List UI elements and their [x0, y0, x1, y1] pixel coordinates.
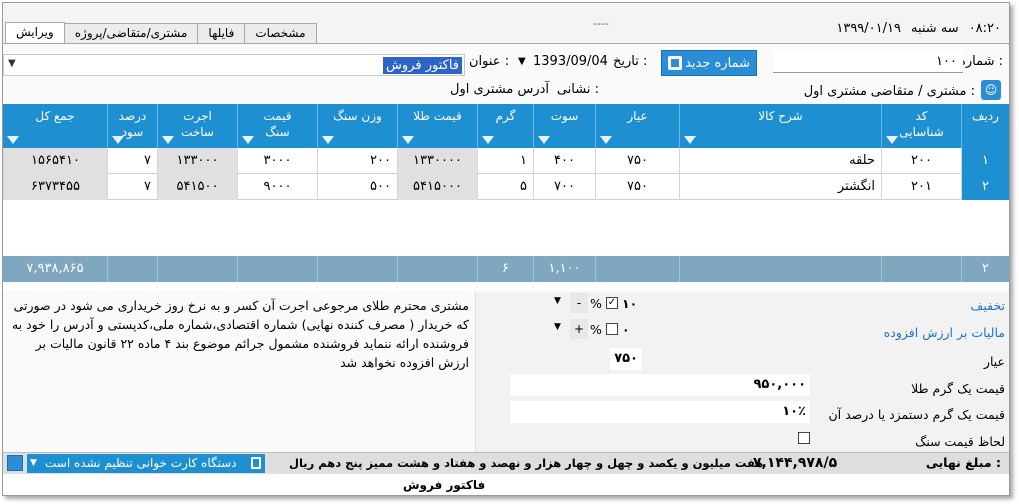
col-header-gold-price[interactable]: قیمت طلا	[397, 104, 477, 148]
date-text: ۱۳۹۹/۰۱/۱۹	[836, 21, 901, 36]
datetime-display: ۰۸:۲۰ سه شنبه ۱۳۹۹/۰۱/۱۹	[836, 21, 1001, 36]
invoice-number-field[interactable]: ۱۰۰	[773, 51, 963, 73]
footer-grand-total: ۷,۹۳۸,۸۶۵	[26, 261, 84, 276]
col-header-wage[interactable]: اجرت ساخت	[157, 104, 237, 148]
chevron-down-icon[interactable]: ▼	[518, 56, 526, 67]
col-header-karat[interactable]: عیار	[595, 104, 679, 148]
customer-icon[interactable]: ☺	[981, 80, 1001, 100]
discount-checkbox[interactable]: ✓	[606, 297, 618, 309]
filter-icon	[402, 136, 414, 144]
filter-icon	[162, 136, 174, 144]
tab-edit[interactable]: ویرایش	[5, 22, 65, 43]
card-reader-status[interactable]: ▼ دستگاه کارت خوانی تنظیم نشده است	[27, 454, 265, 473]
footer-gram-total: ۶	[477, 256, 533, 282]
col-header-stone-weight[interactable]: وزن سنگ	[317, 104, 397, 148]
filter-icon	[112, 136, 124, 144]
col-header-total[interactable]: جمع کل	[3, 104, 107, 148]
items-grid: ردیف کد شناسایی شرح کالا عیار سوت گرم قی…	[3, 104, 1009, 290]
filter-icon	[538, 136, 550, 144]
footer-row-count: ۲	[961, 256, 1009, 282]
filter-icon	[600, 136, 612, 144]
table-row[interactable]: ۱ ۲۰۰ حلقه ۷۵۰ ۴۰۰ ۱ ۱۳۳۰۰۰۰ ۲۰۰ ۳۰۰۰ ۱۳…	[3, 148, 1009, 174]
filter-icon	[7, 136, 19, 144]
discount-minus-button[interactable]: -	[570, 293, 588, 313]
col-header-sut[interactable]: سوت	[533, 104, 595, 148]
grid-footer: ۲ ۱,۱۰۰ ۶ ۷,۹۳۸,۸۶۵	[3, 256, 1009, 282]
chevron-down-icon[interactable]: ▼	[554, 296, 561, 306]
settings-icon[interactable]	[7, 455, 23, 471]
gram-price-field[interactable]: ۹۵۰,۰۰۰	[510, 374, 810, 396]
calc-panel: تخفیف مالیات بر ارزش افزوده ۱۰ ✓ % - ▼ ۰…	[475, 292, 1009, 452]
total-bar: مبلغ نهایی : ۷,۱۴۴,۹۷۸/۵ هفت میلیون و یک…	[3, 452, 1009, 474]
bottom-strip-title: فاکتور فروش	[403, 478, 486, 492]
final-amount-value: ۷,۱۴۴,۹۷۸/۵	[753, 455, 838, 471]
chevron-down-icon[interactable]: ▼	[30, 454, 37, 473]
vat-label[interactable]: مالیات بر ارزش افزوده	[884, 325, 1005, 340]
title-label: عنوان :	[469, 54, 510, 69]
discount-value[interactable]: ۱۰	[622, 296, 637, 311]
tab-bar: ویرایش مشتری/متقاضی/پروژه فایلها مشخصات	[5, 22, 317, 43]
karat-field[interactable]: ۷۵۰	[610, 348, 642, 370]
number-label: شماره :	[959, 54, 1003, 69]
gram-price-label: قیمت یک گرم طلا	[911, 381, 1005, 396]
edit-panel: شماره : ۱۰۰ شماره جدید تاریخ : 1393/09/0…	[3, 43, 1009, 495]
col-header-profit[interactable]: درصد سود	[107, 104, 157, 148]
chevron-down-icon[interactable]: ▼	[554, 322, 561, 332]
title-combo[interactable]: فاکتور فروش ▼	[3, 54, 465, 76]
address-label: نشانی :	[556, 82, 599, 97]
date-label: تاریخ :	[613, 54, 648, 69]
filter-icon	[242, 136, 254, 144]
col-header-stone-price[interactable]: قیمت سنگ	[237, 104, 317, 148]
title-value: فاکتور فروش	[383, 57, 462, 74]
tab-details[interactable]: مشخصات	[244, 23, 317, 43]
filter-icon	[886, 136, 898, 144]
invoice-header-row: شماره : ۱۰۰ شماره جدید تاریخ : 1393/09/0…	[3, 48, 1009, 76]
grid-header: ردیف کد شناسایی شرح کالا عیار سوت گرم قی…	[3, 104, 1009, 148]
vat-plus-button[interactable]: +	[570, 319, 588, 339]
time-text: ۰۸:۲۰	[968, 21, 1001, 36]
vat-checkbox[interactable]	[606, 323, 618, 335]
filter-icon	[322, 136, 334, 144]
tab-files[interactable]: فایلها	[197, 23, 246, 43]
wage-field[interactable]: ۱۰٪	[510, 401, 810, 423]
amount-in-words: هفت میلیون و یکصد و چهل و چهار هزار و نه…	[289, 456, 764, 470]
new-number-button[interactable]: شماره جدید	[661, 50, 757, 76]
filter-icon	[482, 136, 494, 144]
chevron-down-icon[interactable]: ▼	[8, 58, 16, 69]
customer-label: مشتری / متقاضی :	[870, 84, 975, 99]
bottom-strip: فاکتور فروش	[3, 474, 1009, 495]
discount-label[interactable]: تخفیف	[970, 298, 1005, 313]
customer-row: ☺ مشتری / متقاضی : مشتری اول نشانی : آدر…	[3, 80, 1009, 104]
date-field[interactable]: 1393/09/04	[533, 51, 608, 73]
footer-sut-total: ۱,۱۰۰	[533, 256, 595, 282]
customer-value: مشتری اول	[803, 84, 867, 99]
legal-note: مشتری محترم طلای مرجوعی اجرت آن کسر و به…	[11, 298, 469, 370]
stone-checkbox[interactable]	[798, 432, 810, 444]
address-value: آدرس مشتری اول	[450, 82, 549, 97]
wage-label: قیمت یک گرم دستمزد یا درصد آن	[828, 407, 1005, 422]
col-header-desc[interactable]: شرح کالا	[679, 104, 881, 148]
card-reader-icon	[251, 457, 261, 469]
final-amount-label: مبلغ نهایی :	[925, 455, 1001, 470]
filter-icon	[684, 136, 696, 144]
vat-value[interactable]: ۰	[622, 322, 630, 337]
tab-customer-project[interactable]: مشتری/متقاضی/پروژه	[63, 23, 199, 43]
col-header-gram[interactable]: گرم	[477, 104, 533, 148]
karat-label: عیار	[983, 354, 1005, 369]
stone-label: لحاظ قیمت سنگ	[915, 434, 1005, 449]
calendar-icon	[668, 56, 682, 70]
col-header-row[interactable]: ردیف	[961, 104, 1009, 148]
table-row[interactable]: ۲ ۲۰۱ انگشتر ۷۵۰ ۷۰۰ ۵ ۵۴۱۵۰۰۰ ۵۰۰ ۹۰۰۰ …	[3, 174, 1009, 200]
day-text: سه شنبه	[910, 21, 959, 36]
col-header-code[interactable]: کد شناسایی	[881, 104, 961, 148]
app-window: ---- ۰۸:۲۰ سه شنبه ۱۳۹۹/۰۱/۱۹ ویرایش مشت…	[2, 2, 1010, 496]
